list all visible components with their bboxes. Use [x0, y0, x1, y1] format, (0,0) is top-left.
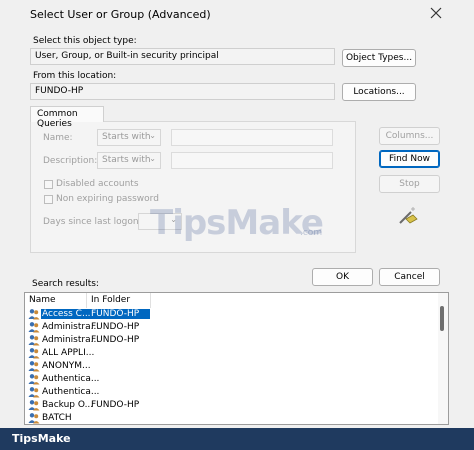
search-results-list[interactable]: Name In Folder Access C... FUNDO-HP Admini…	[24, 292, 449, 425]
table-row[interactable]: Access C... FUNDO-HP	[25, 308, 425, 321]
watermark-text: TipsMake	[150, 203, 324, 243]
row-name: Authentica...	[42, 387, 100, 397]
column-header-name[interactable]: Name	[25, 293, 87, 308]
disabled-accounts-label: Disabled accounts	[56, 179, 139, 189]
table-row[interactable]: Administra... FUNDO-HP	[25, 334, 425, 347]
name-label: Name:	[43, 133, 73, 143]
group-icon	[28, 308, 40, 320]
row-folder: FUNDO-HP	[91, 335, 140, 345]
row-folder: FUNDO-HP	[91, 309, 140, 319]
table-row[interactable]: ANONYM...	[25, 360, 425, 373]
group-icon	[28, 386, 40, 398]
group-icon	[28, 399, 40, 411]
name-mode-select[interactable]: Starts with ⌄	[97, 129, 161, 146]
group-icon	[28, 373, 40, 385]
object-type-label: Select this object type:	[33, 36, 137, 46]
row-folder: FUNDO-HP	[91, 400, 140, 410]
scrollbar[interactable]	[438, 293, 448, 424]
window-title: Select User or Group (Advanced)	[30, 8, 211, 21]
ok-button[interactable]: OK	[312, 268, 373, 286]
location-label: From this location:	[33, 71, 117, 81]
days-since-logon-label: Days since last logon:	[43, 217, 142, 227]
disabled-accounts-checkbox[interactable]	[44, 180, 53, 189]
name-input[interactable]	[171, 129, 333, 146]
table-row[interactable]: Authentica...	[25, 373, 425, 386]
group-icon	[28, 412, 40, 424]
name-mode-value: Starts with	[102, 132, 151, 142]
description-mode-value: Starts with	[102, 155, 151, 165]
table-row[interactable]: Backup O... FUNDO-HP	[25, 399, 425, 412]
table-row[interactable]: ALL APPLI...	[25, 347, 425, 360]
group-icon	[28, 334, 40, 346]
non-expiring-password-label: Non expiring password	[56, 194, 159, 204]
row-name: Authentica...	[42, 374, 100, 384]
stop-button[interactable]: Stop	[379, 175, 440, 193]
tab-common-queries-label: Common Queries	[37, 109, 78, 129]
row-folder: FUNDO-HP	[91, 322, 140, 332]
columns-button[interactable]: Columns...	[379, 127, 440, 145]
watermark-suffix: .com	[300, 228, 323, 238]
search-results-label: Search results:	[32, 279, 99, 289]
find-now-button[interactable]: Find Now	[379, 150, 440, 168]
group-icon	[28, 347, 40, 359]
footer-brand: TipsMake	[12, 432, 71, 445]
table-row[interactable]: Authentica...	[25, 386, 425, 399]
row-name: ALL APPLI...	[42, 348, 95, 358]
column-header-in-folder[interactable]: In Folder	[87, 293, 151, 308]
object-types-button[interactable]: Object Types...	[342, 49, 416, 67]
chevron-down-icon: ⌄	[149, 154, 156, 163]
table-row[interactable]: BATCH	[25, 412, 425, 424]
object-type-field: User, Group, or Built-in security princi…	[30, 48, 335, 65]
non-expiring-password-checkbox[interactable]	[44, 195, 53, 204]
cancel-button[interactable]: Cancel	[379, 268, 440, 286]
chevron-down-icon: ⌄	[149, 131, 156, 140]
row-name: BATCH	[42, 413, 72, 423]
table-row[interactable]: Administra... FUNDO-HP	[25, 321, 425, 334]
title-bar: Select User or Group (Advanced)	[0, 0, 474, 30]
description-mode-select[interactable]: Starts with ⌄	[97, 152, 161, 169]
location-field: FUNDO-HP	[30, 83, 335, 100]
description-label: Description:	[43, 156, 98, 166]
group-icon	[28, 321, 40, 333]
footer-bar: TipsMake	[0, 428, 474, 450]
watermark: TipsMake .com	[150, 203, 330, 243]
row-name: ANONYM...	[42, 361, 91, 371]
tab-common-queries[interactable]: Common Queries	[30, 106, 104, 129]
scrollbar-thumb[interactable]	[440, 306, 444, 331]
locations-button[interactable]: Locations...	[342, 83, 416, 101]
search-animation-icon	[398, 205, 420, 227]
group-icon	[28, 360, 40, 372]
close-icon[interactable]	[428, 5, 444, 21]
description-input[interactable]	[171, 152, 333, 169]
